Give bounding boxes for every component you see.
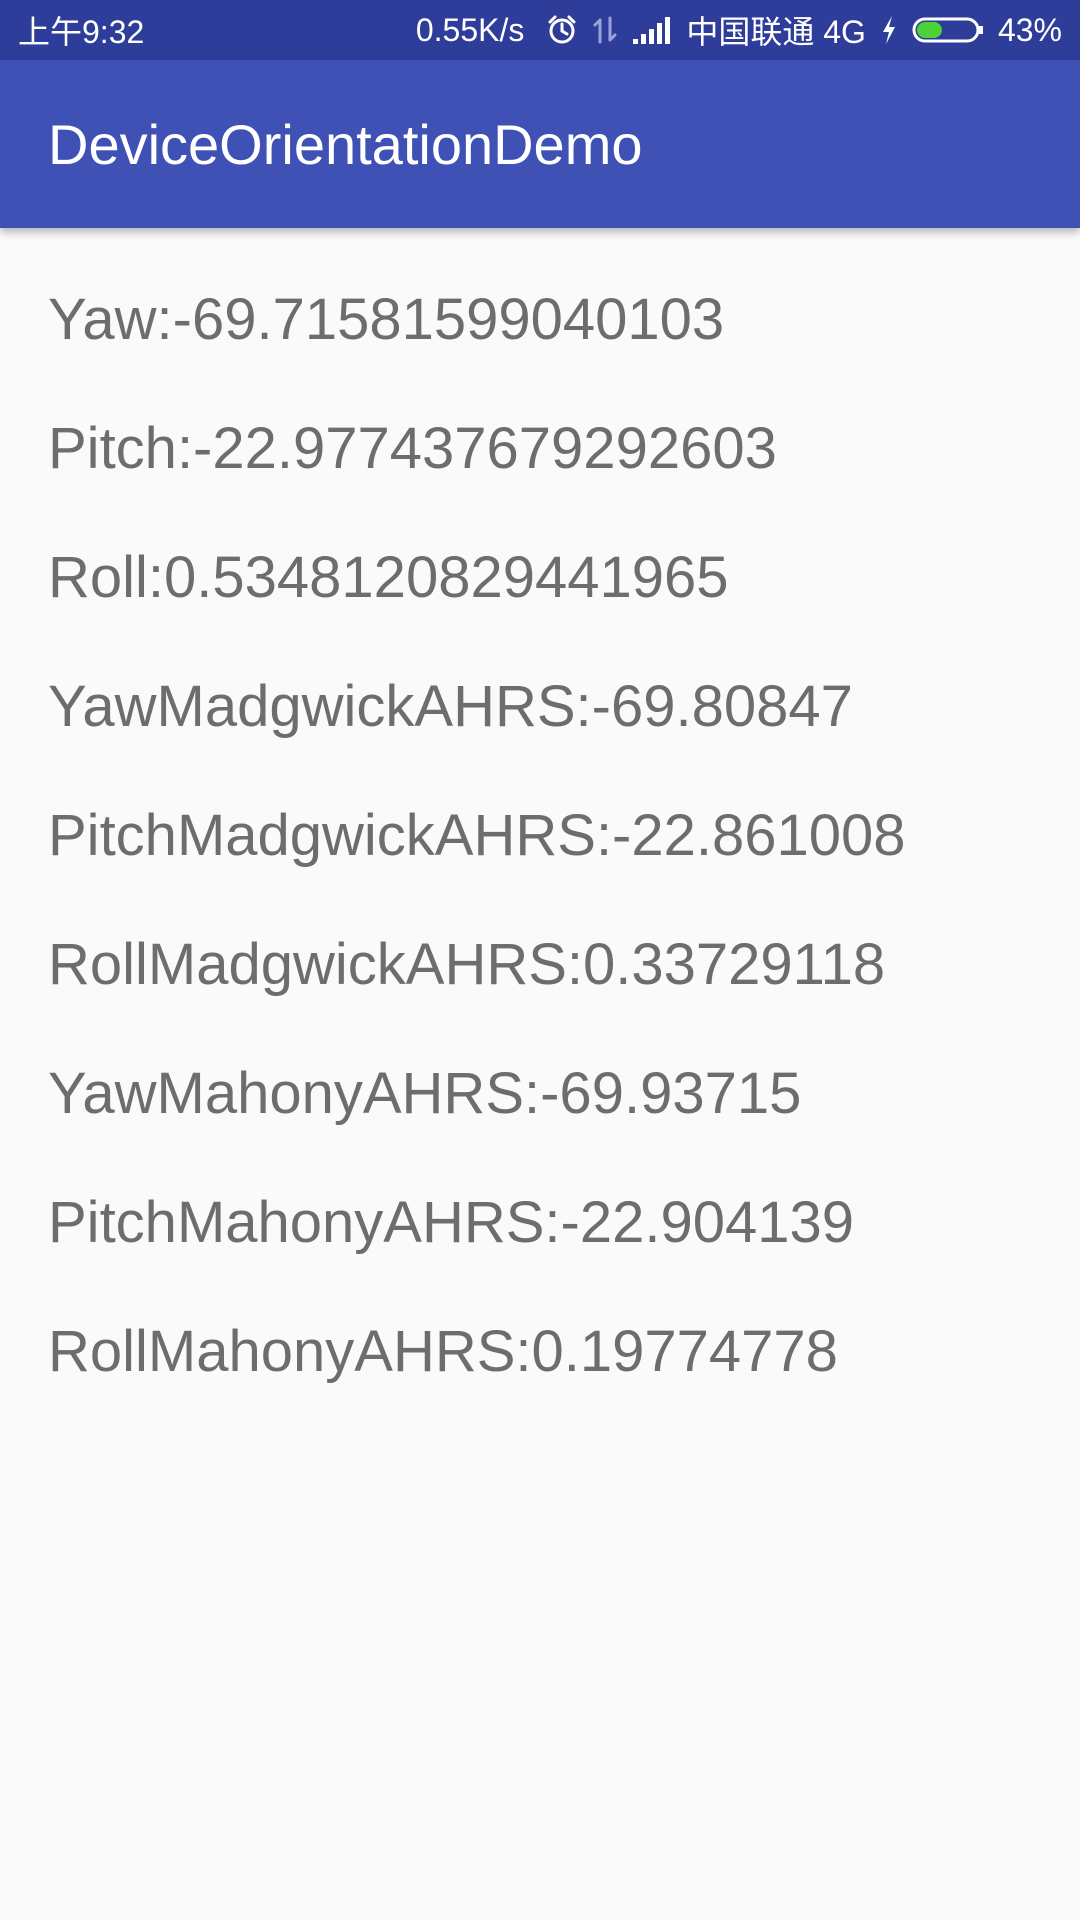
data-arrows-icon xyxy=(592,14,618,46)
signal-icon xyxy=(632,15,672,45)
reading-roll: Roll:0.5348120829441965 xyxy=(48,545,729,610)
network-speed: 0.55K/s xyxy=(415,11,525,48)
alarm-icon xyxy=(546,14,578,46)
app-title: DeviceOrientationDemo xyxy=(48,112,643,176)
status-time: 上午9:32 xyxy=(18,14,145,50)
status-left: 上午9:32 xyxy=(18,0,144,60)
reading-yaw-madgwick: YawMadgwickAHRS:-69.80847 xyxy=(48,674,853,739)
battery-icon xyxy=(912,15,984,45)
readings-list: Yaw:-69.71581599040103 Pitch:-22.9774376… xyxy=(0,228,1080,1445)
battery-percent: 43% xyxy=(997,11,1062,48)
reading-pitch: Pitch:-22.977437679292603 xyxy=(48,416,777,481)
app-bar: DeviceOrientationDemo xyxy=(0,60,1080,228)
status-bar: 上午9:32 0.55K/s 中国联通 4G 43% xyxy=(0,0,1080,60)
reading-roll-mahony: RollMahonyAHRS:0.19774778 xyxy=(48,1319,838,1384)
reading-yaw: Yaw:-69.71581599040103 xyxy=(48,287,725,352)
status-right: 0.55K/s 中国联通 4G 43% xyxy=(416,0,1062,60)
reading-roll-madgwick: RollMadgwickAHRS:0.33729118 xyxy=(48,932,886,997)
reading-pitch-mahony: PitchMahonyAHRS:-22.904139 xyxy=(48,1190,855,1255)
carrier-label: 中国联通 4G xyxy=(686,14,866,50)
reading-yaw-mahony: YawMahonyAHRS:-69.93715 xyxy=(48,1061,802,1126)
reading-pitch-madgwick: PitchMadgwickAHRS:-22.861008 xyxy=(48,803,906,868)
charging-icon xyxy=(880,14,898,46)
